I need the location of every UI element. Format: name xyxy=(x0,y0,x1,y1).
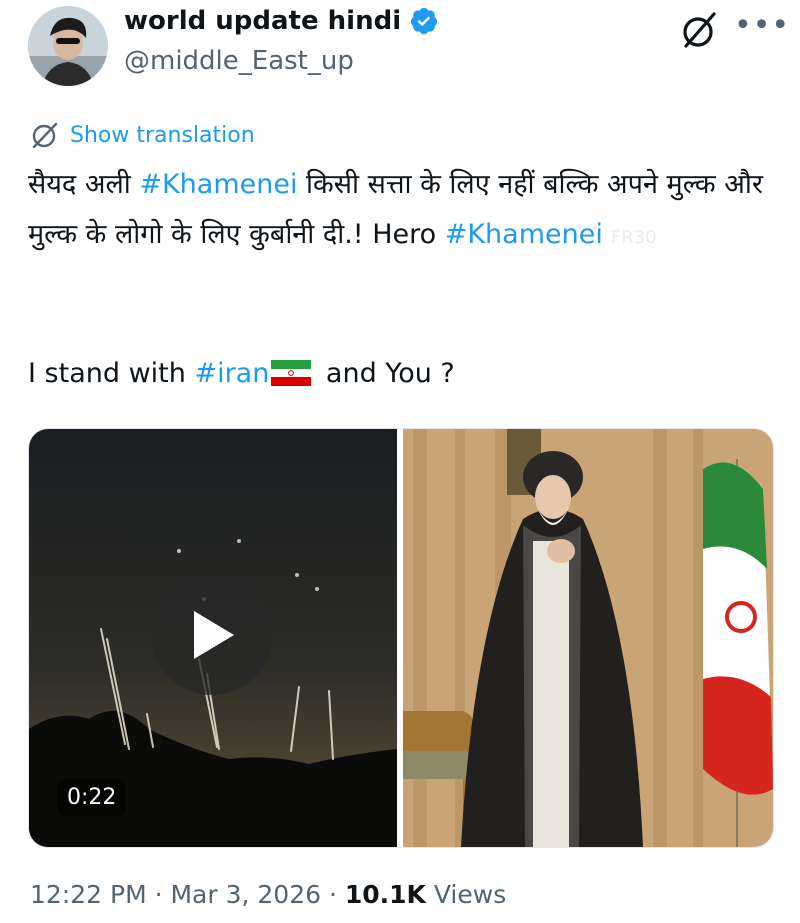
avatar[interactable] xyxy=(28,6,108,86)
grok-icon[interactable] xyxy=(678,8,722,52)
hashtag-iran[interactable]: #iran xyxy=(194,358,269,389)
tweet-text-part: and You ? xyxy=(317,358,455,389)
hashtag-khamenei[interactable]: #Khamenei xyxy=(139,169,297,200)
tweet-timestamp[interactable]: 12:22 PM · Mar 3, 2026 · xyxy=(30,880,345,909)
video-duration-badge: 0:22 xyxy=(57,779,127,816)
tweet-text: सैयद अली #Khamenei किसी सत्ता के लिए नही… xyxy=(28,160,778,263)
hashtag-khamenei-2[interactable]: #Khamenei xyxy=(445,219,603,250)
play-button[interactable] xyxy=(152,575,272,695)
iran-flag-icon xyxy=(271,360,312,386)
views-count: 10.1K xyxy=(344,880,426,909)
author-handle[interactable]: @middle_East_up xyxy=(124,46,354,76)
cleric-portrait-image xyxy=(403,429,773,847)
photo-thumbnail[interactable] xyxy=(403,429,773,847)
author-row: world update hindi xyxy=(124,6,439,36)
verified-badge-icon xyxy=(411,7,438,35)
tweet-text-part: I stand with xyxy=(28,358,195,389)
more-icon[interactable]: ••• xyxy=(734,8,790,43)
translate-icon xyxy=(32,122,58,149)
media-grid: 0:22 xyxy=(28,428,774,848)
faint-watermark: FR30 xyxy=(610,227,657,248)
show-translation-label: Show translation xyxy=(70,122,255,148)
show-translation-link[interactable]: Show translation xyxy=(30,120,255,150)
video-thumbnail[interactable]: 0:22 xyxy=(29,429,397,847)
views-label: Views xyxy=(425,880,507,909)
play-icon xyxy=(194,611,234,659)
author-name[interactable]: world update hindi xyxy=(124,6,401,36)
tweet-text-line2: I stand with #iran and You ? xyxy=(28,358,455,389)
tweet-text-part: सैयद अली xyxy=(28,169,140,200)
avatar-image xyxy=(28,6,108,86)
tweet-meta: 12:22 PM · Mar 3, 2026 · 10.1K Views xyxy=(30,880,506,909)
